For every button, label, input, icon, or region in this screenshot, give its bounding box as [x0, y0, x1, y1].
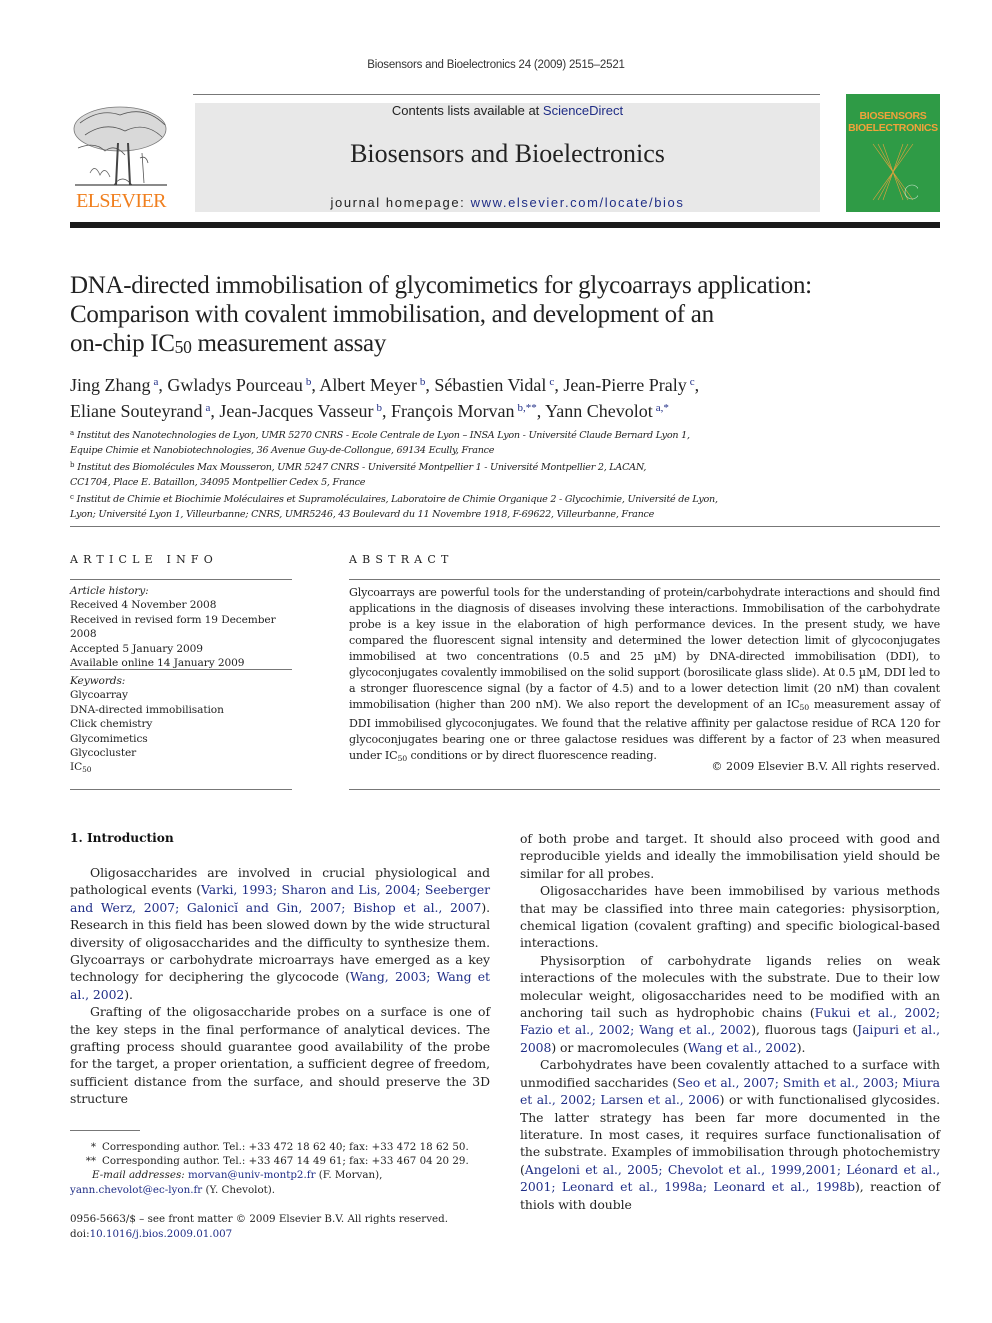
article-info-heading: ARTICLE INFO	[70, 553, 218, 566]
doi-line: doi:10.1016/j.bios.2009.01.007	[70, 1228, 233, 1240]
paragraph: Grafting of the oligosaccharide probes o…	[70, 1004, 490, 1107]
issn-line: 0956-5663/$ – see front matter © 2009 El…	[70, 1213, 448, 1225]
keyword: IC50	[70, 761, 92, 775]
journal-cover-thumbnail[interactable]: BIOSENSORS BIOELECTRONICS	[846, 94, 940, 212]
author[interactable]: Sébastien Vidal c	[434, 375, 554, 395]
history-revised: Received in revised form 19 December 200…	[70, 613, 276, 641]
article-info-bottom-rule	[70, 789, 292, 790]
history-label: Article history:	[70, 585, 149, 597]
paragraph: of both probe and target. It should also…	[520, 831, 940, 881]
elsevier-tree-icon	[73, 106, 167, 186]
affiliation: CC1704, Place E. Bataillon, 34095 Montpe…	[70, 476, 366, 488]
abstract-text: Glycoarrays are powerful tools for the u…	[349, 586, 940, 763]
footnote-emails-cont: yann.chevolot@ec-lyon.fr (Y. Chevolot).	[70, 1183, 276, 1196]
keyword: Click chemistry	[70, 718, 153, 731]
body-column-right: of both probe and target. It should also…	[520, 830, 940, 1213]
cover-hourglass-graphic-icon	[872, 143, 918, 201]
email-link[interactable]: yann.chevolot@ec-lyon.fr	[70, 1184, 202, 1196]
cover-title: BIOSENSORS BIOELECTRONICS	[846, 110, 940, 134]
author[interactable]: Jean-Pierre Praly c	[563, 375, 694, 395]
header-rule	[193, 94, 820, 95]
journal-homepage-link[interactable]: www.elsevier.com/locate/bios	[471, 195, 685, 210]
affiliation: c Institut de Chimie et Biochimie Molécul…	[70, 493, 718, 505]
affiliation: a Institut des Nanotechnologies de Lyon, …	[70, 429, 690, 441]
doi-link[interactable]: 10.1016/j.bios.2009.01.007	[90, 1228, 233, 1240]
elsevier-logo[interactable]: ELSEVIER	[70, 103, 172, 213]
affiliation: Equipe Chimie et Nanobiotechnologies, 36…	[70, 444, 495, 456]
author[interactable]: Yann Chevolot a,*	[545, 401, 669, 421]
header-thick-rule	[70, 222, 940, 228]
author[interactable]: Gwladys Pourceau b	[167, 375, 311, 395]
homepage-line: journal homepage: www.elsevier.com/locat…	[195, 195, 820, 210]
paragraph: Physisorption of carbohydrate ligands re…	[520, 952, 940, 1055]
citation-link[interactable]: Wang et al., 2002	[688, 1040, 797, 1055]
running-head: Biosensors and Bioelectronics 24 (2009) …	[367, 59, 625, 71]
author[interactable]: Eliane Souteyrand a	[70, 401, 210, 421]
title-line-1: DNA-directed immobilisation of glycomime…	[70, 272, 812, 299]
front-matter: 0956-5663/$ – see front matter © 2009 El…	[70, 1212, 490, 1242]
cover-title-line1: BIOSENSORS	[859, 110, 927, 122]
footnote-corresponding-1: * Corresponding author. Tel.: +33 472 18 …	[90, 1141, 469, 1153]
history-received: Received 4 November 2008	[70, 599, 217, 612]
keyword: Glycomimetics	[70, 732, 148, 745]
contents-prefix: Contents lists available at	[391, 103, 543, 118]
cover-title-line2: BIOELECTRONICS	[848, 122, 938, 134]
keyword: Glycocluster	[70, 747, 137, 760]
title-line-3: on-chip IC50 measurement assay	[70, 330, 387, 357]
author-line-1: Jing Zhang a, Gwladys Pourceau b, Albert M…	[70, 375, 700, 395]
contents-line: Contents lists available at ScienceDirec…	[195, 103, 820, 118]
footnote-emails: E-mail addresses: morvan@univ-montp2.fr …	[92, 1169, 383, 1182]
article-history: Article history: Received 4 November 200…	[70, 584, 300, 670]
keywords-rule	[70, 669, 292, 670]
author-list: Jing Zhang a, Gwladys Pourceau b, Albert M…	[70, 371, 940, 423]
paragraph: Oligosaccharides are involved in crucial…	[70, 865, 490, 1002]
paragraph: Carbohydrates have been covalently attac…	[520, 1057, 940, 1212]
email-link[interactable]: morvan@univ-montp2.fr	[188, 1169, 316, 1181]
affiliations: a Institut des Nanotechnologies de Lyon, …	[70, 426, 940, 522]
elsevier-wordmark: ELSEVIER	[76, 190, 166, 212]
abstract-rule	[349, 579, 940, 580]
article-info-rule	[70, 579, 292, 580]
keyword: Glycoarray	[70, 689, 128, 702]
author[interactable]: Jean-Jacques Vasseur b	[219, 401, 382, 421]
author-line-2: Eliane Souteyrand a, Jean-Jacques Vasseur…	[70, 401, 669, 421]
keywords-label: Keywords:	[70, 675, 126, 687]
article-title: DNA-directed immobilisation of glycomime…	[70, 271, 940, 362]
paragraph: Oligosaccharides have been immobilised b…	[520, 883, 940, 951]
keyword: DNA-directed immobilisation	[70, 703, 224, 716]
body-column-left: Oligosaccharides are involved in crucial…	[70, 864, 490, 1108]
author[interactable]: Jing Zhang a	[70, 375, 158, 395]
footnotes: * Corresponding author. Tel.: +33 472 18 …	[70, 1140, 490, 1197]
section-heading-introduction: 1. Introduction	[70, 831, 174, 845]
author[interactable]: Albert Meyer b	[319, 375, 425, 395]
abstract-copyright: © 2009 Elsevier B.V. All rights reserved…	[711, 760, 940, 773]
title-block-rule	[70, 526, 940, 527]
keywords: Keywords: Glycoarray DNA-directed immobi…	[70, 674, 300, 778]
footnote-rule	[70, 1130, 140, 1131]
abstract-heading: ABSTRACT	[349, 553, 454, 566]
affiliation: b Institut des Biomolécules Max Mousseron…	[70, 461, 647, 473]
homepage-prefix: journal homepage:	[330, 195, 471, 210]
sciencedirect-link[interactable]: ScienceDirect	[543, 103, 623, 118]
abstract-bottom-rule	[349, 789, 940, 790]
author[interactable]: François Morvan b,**	[391, 401, 537, 421]
footnote-corresponding-2: ** Corresponding author. Tel.: +33 467 14…	[85, 1155, 469, 1168]
affiliation: Lyon; Université Lyon 1, Villeurbanne; C…	[70, 508, 655, 520]
title-line-2: Comparison with covalent immobilisation,…	[70, 301, 714, 328]
journal-title: Biosensors and Bioelectronics	[350, 139, 665, 168]
history-accepted: Accepted 5 January 2009	[70, 642, 203, 655]
